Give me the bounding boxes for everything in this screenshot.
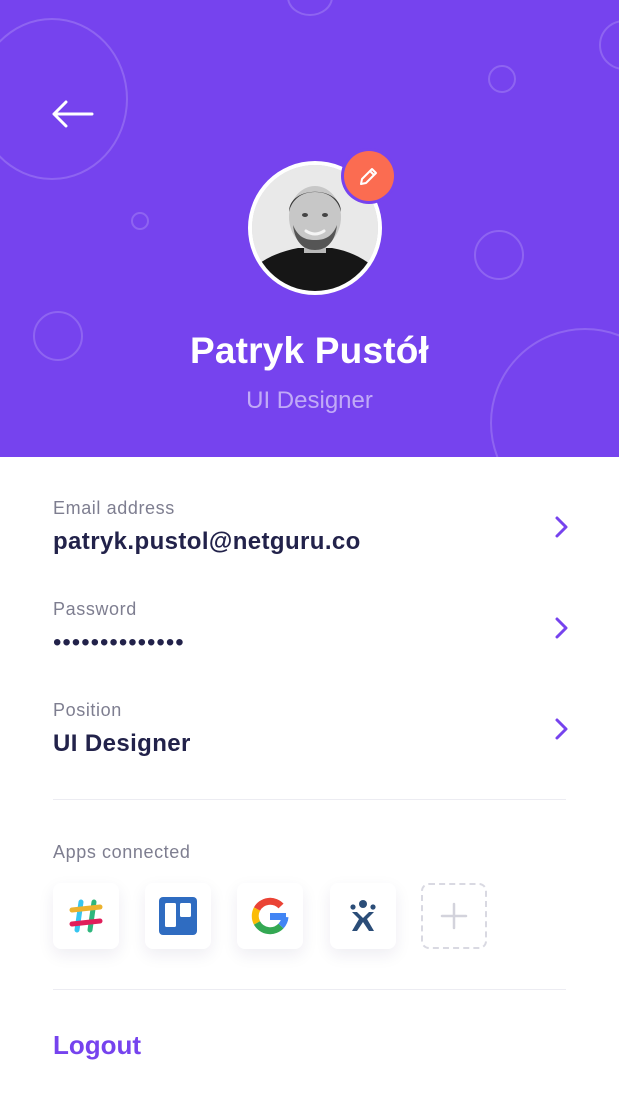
app-google[interactable] [237, 883, 303, 949]
trello-icon [159, 897, 197, 935]
app-jira[interactable] [330, 883, 396, 949]
profile-name: Patryk Pustół [189, 330, 430, 371]
app-slack[interactable] [53, 883, 119, 949]
plus-icon [440, 902, 468, 930]
decor-bubble [287, 0, 333, 16]
logout-button[interactable]: Logout [53, 1030, 141, 1061]
add-app-button[interactable] [421, 883, 487, 949]
password-label: Password [53, 599, 137, 619]
position-label: Position [53, 700, 122, 720]
decor-bubble [488, 65, 516, 93]
profile-header: Patryk Pustół UI Designer [0, 0, 619, 457]
profile-role: UI Designer [246, 387, 373, 414]
chevron-right-icon [555, 516, 568, 538]
password-value: •••••••••••••• [53, 629, 185, 656]
email-value: patryk.pustol@netguru.co [53, 528, 361, 555]
app-trello[interactable] [145, 883, 211, 949]
decor-bubble [474, 230, 524, 280]
google-icon [251, 897, 289, 935]
divider [53, 989, 566, 990]
position-value: UI Designer [53, 730, 191, 757]
apps-connected-label: Apps connected [53, 842, 191, 862]
chevron-right-icon [555, 718, 568, 740]
edit-avatar-button[interactable] [341, 148, 397, 204]
email-row[interactable]: Email address patryk.pustol@netguru.co [0, 498, 619, 578]
pencil-icon [360, 168, 377, 185]
email-label: Email address [53, 498, 175, 518]
back-button[interactable] [46, 92, 100, 136]
decor-bubble [599, 20, 619, 70]
arrow-left-icon [52, 100, 94, 128]
slack-icon [69, 899, 103, 933]
divider [53, 799, 566, 800]
jira-icon [350, 900, 376, 931]
decor-bubble [131, 212, 149, 230]
password-row[interactable]: Password •••••••••••••• [0, 599, 619, 679]
chevron-right-icon [555, 617, 568, 639]
position-row[interactable]: Position UI Designer [0, 700, 619, 780]
